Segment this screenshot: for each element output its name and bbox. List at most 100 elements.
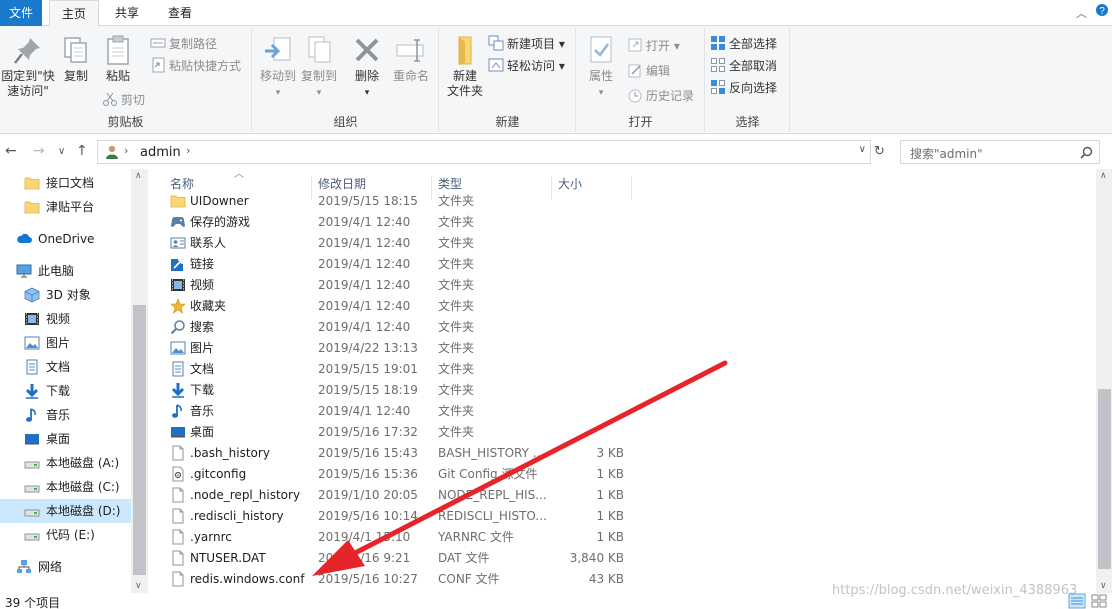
nav-item[interactable]: 代码 (E:) [24,523,131,547]
file-size: 1 KB [596,509,624,523]
refresh-icon[interactable]: ↻ [874,144,885,159]
select-none-label: 全部取消 [729,59,778,73]
file-row[interactable]: 保存的游戏 2019/4/1 12:40 文件夹 [164,212,784,233]
select-none-button[interactable]: 全部取消 [710,56,777,76]
tab-file[interactable]: 文件 [0,0,42,26]
nav-item[interactable]: 本地磁盘 (C:) [24,475,131,499]
nav-item[interactable]: 接口文档 [24,171,131,195]
nav-item[interactable]: 图片 [24,331,131,355]
file-row[interactable]: .rediscli_history 2019/5/16 10:14 REDISCLI… [164,506,784,527]
file-row[interactable]: 下载 2019/5/15 18:19 文件夹 [164,380,784,401]
file-row[interactable]: NTUSER.DAT 2019/5/16 9:21 DAT 文件 3,840 KB [164,548,784,569]
file-icon [172,445,184,461]
nav-item[interactable]: 音乐 [24,403,131,427]
scroll-down-icon[interactable]: ∨ [1100,581,1107,591]
address-bar[interactable]: › admin › ∨ [97,140,871,164]
nav-scrollbar-thumb[interactable] [133,305,146,575]
paste-shortcut-button[interactable]: 粘贴快捷方式 [150,56,241,76]
scroll-up-icon[interactable]: ∧ [135,171,142,181]
nav-item-label: 本地磁盘 (A:) [46,456,120,470]
file-row[interactable]: redis.windows.conf 2019/5/16 10:27 CONF 文件… [164,569,784,590]
tab-view[interactable]: 查看 [157,0,203,26]
search-placeholder: 搜索"admin" [910,147,983,161]
easy-access-button[interactable]: 轻松访问 ▾ [488,56,565,76]
contacts-icon [170,237,186,249]
new-folder-button[interactable]: 新建 文件夹 [442,34,488,99]
file-row[interactable]: UIDowner 2019/5/15 18:15 文件夹 [164,191,784,212]
history-button[interactable]: 历史记录 [627,86,694,106]
file-row[interactable]: 搜索 2019/4/1 12:40 文件夹 [164,317,784,338]
address-dropdown-icon[interactable]: ∨ [859,144,866,155]
nav-item[interactable]: 本地磁盘 (A:) [24,451,131,475]
select-all-button[interactable]: 全部选择 [710,34,777,54]
file-row[interactable]: 链接 2019/4/1 12:40 文件夹 [164,254,784,275]
scroll-down-icon[interactable]: ∨ [135,581,142,591]
nav-item[interactable]: 下载 [24,379,131,403]
file-row[interactable]: 联系人 2019/4/1 12:40 文件夹 [164,233,784,254]
picture-icon [24,336,40,350]
paste-button[interactable]: 粘贴 [102,34,134,84]
nav-item[interactable]: 网络 [16,555,131,579]
search-icon[interactable] [1080,146,1093,159]
help-icon[interactable]: ? [1095,3,1109,20]
nav-item[interactable]: 此电脑 [16,259,131,283]
delete-button[interactable]: 删除 ▾ [351,34,383,101]
breadcrumb-chevron-icon[interactable]: › [186,144,190,157]
file-list-scrollbar[interactable]: ∧ ∨ [1096,169,1112,593]
file-date: 2019/5/16 15:36 [318,467,418,481]
nav-item[interactable]: 3D 对象 [24,283,131,307]
nav-item[interactable]: 津贴平台 [24,195,131,219]
file-row[interactable]: 视频 2019/4/1 12:40 文件夹 [164,275,784,296]
edit-button[interactable]: 编辑 [627,61,670,81]
file-type: 文件夹 [438,404,475,418]
copy-to-button[interactable]: 复制到 ▾ [299,34,339,101]
open-button[interactable]: 打开 ▾ [627,36,680,56]
file-row[interactable]: 收藏夹 2019/4/1 12:40 文件夹 [164,296,784,317]
nav-item[interactable]: 视频 [24,307,131,331]
nav-item[interactable]: 桌面 [24,427,131,451]
nav-item[interactable]: 本地磁盘 (D:) [0,499,131,523]
breadcrumb-chevron-icon[interactable]: › [124,144,128,157]
nav-item[interactable]: 文档 [24,355,131,379]
file-row[interactable]: .yarnrc 2019/4/1 15:10 YARNRC 文件 1 KB [164,527,784,548]
large-icons-view-icon[interactable] [1090,593,1108,609]
breadcrumb-admin[interactable]: admin [140,145,181,160]
file-row[interactable]: .bash_history 2019/5/16 15:43 BASH_HISTORY… [164,443,784,464]
file-date: 2019/5/15 18:19 [318,383,418,397]
nav-item-label: 接口文档 [46,176,95,190]
network-icon [17,560,31,573]
copy-path-button[interactable]: 复制路径 [150,34,217,54]
tab-share[interactable]: 共享 [104,0,150,26]
move-to-button[interactable]: 移动到 ▾ [257,34,299,101]
file-type: 文件夹 [438,215,475,229]
file-list-scrollbar-thumb[interactable] [1098,389,1111,569]
rename-button[interactable]: 重命名 [389,34,433,84]
folder-icon [170,195,186,208]
copy-button[interactable]: 复制 [60,34,92,84]
pin-quick-access-button[interactable]: 固定到"快 速访问" [0,34,56,99]
new-item-button[interactable]: 新建项目 ▾ [488,34,565,54]
invert-selection-button[interactable]: 反向选择 [710,78,777,98]
search-input[interactable]: 搜索"admin" [900,140,1100,164]
cut-button[interactable]: 剪切 [102,90,145,110]
file-row[interactable]: .node_repl_history 2019/1/10 20:05 NODE_RE… [164,485,784,506]
file-name: 联系人 [190,236,227,250]
file-row[interactable]: 桌面 2019/5/16 17:32 文件夹 [164,422,784,443]
new-folder-label: 新建 [452,69,477,83]
file-name: 图片 [190,341,215,355]
forward-arrow-icon[interactable]: → [33,143,45,159]
file-row[interactable]: 音乐 2019/4/1 12:40 文件夹 [164,401,784,422]
file-date: 2019/5/16 10:14 [318,509,418,523]
file-row[interactable]: 文档 2019/5/15 19:01 文件夹 [164,359,784,380]
tab-home[interactable]: 主页 [49,0,99,27]
nav-scrollbar[interactable]: ∧ ∨ [131,169,148,593]
back-arrow-icon[interactable]: ← [5,143,17,159]
collapse-ribbon-icon[interactable]: ︿ [1076,5,1087,21]
scroll-up-icon[interactable]: ∧ [1100,171,1107,181]
nav-item[interactable]: OneDrive [16,227,131,251]
properties-button[interactable]: 属性 ▾ [581,34,621,101]
file-row[interactable]: .gitconfig 2019/5/16 15:36 Git Config 源文件 1… [164,464,784,485]
up-arrow-icon[interactable]: ↑ [76,143,88,159]
file-row[interactable]: 图片 2019/4/22 13:13 文件夹 [164,338,784,359]
recent-locations-chevron-icon[interactable]: ∨ [58,146,65,157]
